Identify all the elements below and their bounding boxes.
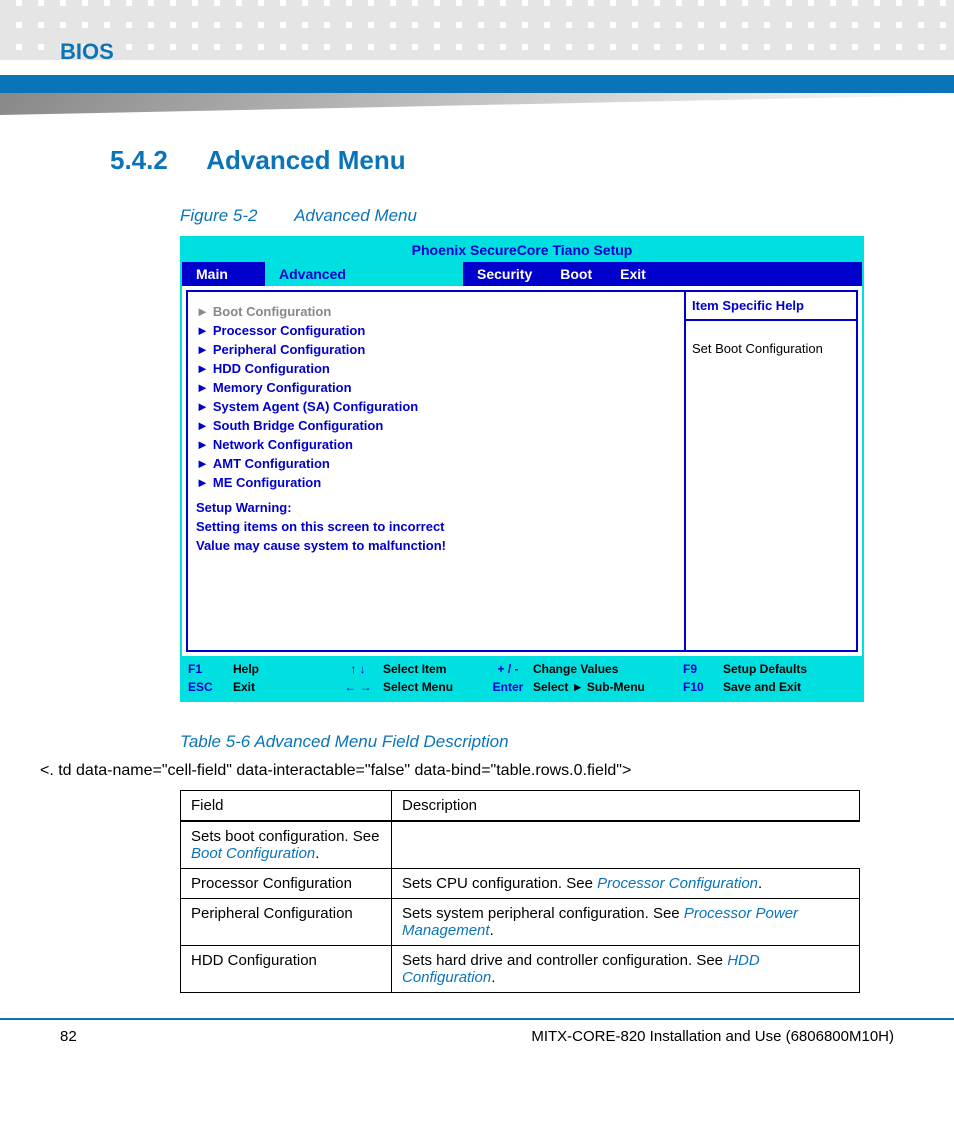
field-description-table: Field Description Sets boot configuratio… bbox=[180, 790, 860, 993]
legend-help: Help bbox=[233, 662, 333, 676]
menu-item-me-config[interactable]: ►ME Configuration bbox=[196, 473, 676, 492]
figure-label: Figure 5-2 bbox=[180, 206, 290, 226]
bios-screenshot: Phoenix SecureCore Tiano Setup Main Adva… bbox=[180, 236, 864, 702]
legend-arrows-v-icon: ↑ ↓ bbox=[333, 662, 383, 676]
legend-key-f1: F1 bbox=[188, 662, 233, 676]
tab-boot[interactable]: Boot bbox=[546, 262, 606, 286]
legend-arrows-h-icon: ← → bbox=[333, 680, 383, 694]
table-row: HDD Configuration Sets hard drive and co… bbox=[181, 946, 860, 993]
table-header-field: Field bbox=[181, 791, 392, 822]
legend-plusminus: + / - bbox=[483, 662, 533, 676]
legend-select-menu: Select Menu bbox=[383, 680, 483, 694]
menu-item-southbridge-config[interactable]: ►South Bridge Configuration bbox=[196, 416, 676, 435]
figure-caption: Figure 5-2 Advanced Menu bbox=[180, 206, 914, 226]
submenu-arrow-icon: ► bbox=[196, 418, 209, 433]
menu-item-memory-config[interactable]: ►Memory Configuration bbox=[196, 378, 676, 397]
cell-description: Sets CPU configuration. See Processor Co… bbox=[392, 869, 860, 899]
legend-select-item: Select Item bbox=[383, 662, 483, 676]
setup-warning-line1: Setting items on this screen to incorrec… bbox=[196, 517, 676, 536]
menu-item-sa-config[interactable]: ►System Agent (SA) Configuration bbox=[196, 397, 676, 416]
submenu-arrow-icon: ► bbox=[196, 475, 209, 490]
submenu-arrow-icon: ► bbox=[196, 342, 209, 357]
tab-security[interactable]: Security bbox=[463, 262, 546, 286]
figure-title: Advanced Menu bbox=[294, 206, 417, 225]
page-number: 82 bbox=[60, 1028, 77, 1045]
tab-main[interactable]: Main bbox=[182, 262, 265, 286]
bios-title-bar: Phoenix SecureCore Tiano Setup bbox=[182, 238, 862, 262]
submenu-arrow-icon: ► bbox=[196, 456, 209, 471]
table-caption: Table 5-6 Advanced Menu Field Descriptio… bbox=[180, 732, 914, 752]
gray-wedge bbox=[0, 93, 954, 115]
section-heading: 5.4.2 Advanced Menu bbox=[110, 145, 914, 176]
bios-help-pane: Item Specific Help Set Boot Configuratio… bbox=[684, 290, 858, 652]
tab-exit[interactable]: Exit bbox=[606, 262, 660, 286]
legend-exit: Exit bbox=[233, 680, 333, 694]
link-boot-configuration[interactable]: Boot Configuration bbox=[191, 845, 315, 862]
tab-advanced[interactable]: Advanced bbox=[265, 262, 463, 286]
table-header-description: Description bbox=[392, 791, 860, 822]
menu-item-boot-config[interactable]: ►Boot Configuration bbox=[196, 302, 676, 321]
submenu-arrow-icon: ► bbox=[196, 380, 209, 395]
section-title: Advanced Menu bbox=[206, 145, 405, 175]
legend-key-enter: Enter bbox=[483, 680, 533, 694]
link-processor-configuration[interactable]: Processor Configuration bbox=[597, 875, 758, 892]
cell-field: Processor Configuration bbox=[181, 869, 392, 899]
menu-item-network-config[interactable]: ►Network Configuration bbox=[196, 435, 676, 454]
legend-select-sub: Select ► Sub-Menu bbox=[533, 680, 683, 694]
blue-bar bbox=[0, 75, 954, 93]
menu-item-amt-config[interactable]: ►AMT Configuration bbox=[196, 454, 676, 473]
legend-key-esc: ESC bbox=[188, 680, 233, 694]
cell-description: Sets boot configuration. See Boot Config… bbox=[181, 821, 392, 869]
legend-save-exit: Save and Exit bbox=[723, 680, 823, 694]
table-row: Peripheral Configuration Sets system per… bbox=[181, 899, 860, 946]
setup-warning-title: Setup Warning: bbox=[196, 498, 676, 517]
section-number: 5.4.2 bbox=[110, 145, 200, 176]
bios-tabs: Main Advanced Security Boot Exit bbox=[182, 262, 862, 286]
document-title: MITX-CORE-820 Installation and Use (6806… bbox=[531, 1028, 894, 1045]
legend-setup-defaults: Setup Defaults bbox=[723, 662, 823, 676]
bios-menu-list: ►Boot Configuration ►Processor Configura… bbox=[186, 290, 684, 652]
submenu-arrow-icon: ► bbox=[196, 399, 209, 414]
table-row: Sets boot configuration. See Boot Config… bbox=[181, 821, 860, 869]
cell-description: Sets system peripheral configuration. Se… bbox=[392, 899, 860, 946]
submenu-arrow-icon: ► bbox=[196, 437, 209, 452]
setup-warning-line2: Value may cause system to malfunction! bbox=[196, 536, 676, 555]
submenu-arrow-icon: ► bbox=[196, 304, 209, 319]
legend-key-f9: F9 bbox=[683, 662, 723, 676]
cell-field: HDD Configuration bbox=[181, 946, 392, 993]
menu-item-peripheral-config[interactable]: ►Peripheral Configuration bbox=[196, 340, 676, 359]
submenu-arrow-icon: ► bbox=[196, 361, 209, 376]
chapter-title: BIOS bbox=[60, 39, 114, 65]
table-row: Processor Configuration Sets CPU configu… bbox=[181, 869, 860, 899]
bios-key-legend: F1 Help ↑ ↓ Select Item + / - Change Val… bbox=[182, 656, 862, 700]
legend-change-values: Change Values bbox=[533, 662, 683, 676]
cell-description: Sets hard drive and controller configura… bbox=[392, 946, 860, 993]
cell-field: Peripheral Configuration bbox=[181, 899, 392, 946]
menu-item-hdd-config[interactable]: ►HDD Configuration bbox=[196, 359, 676, 378]
menu-item-processor-config[interactable]: ►Processor Configuration bbox=[196, 321, 676, 340]
header-decoration: BIOS bbox=[0, 0, 954, 60]
submenu-arrow-icon: ► bbox=[196, 323, 209, 338]
help-pane-body: Set Boot Configuration bbox=[686, 321, 856, 376]
page-footer: 82 MITX-CORE-820 Installation and Use (6… bbox=[40, 1020, 914, 1045]
legend-key-f10: F10 bbox=[683, 680, 723, 694]
help-pane-title: Item Specific Help bbox=[686, 292, 856, 321]
